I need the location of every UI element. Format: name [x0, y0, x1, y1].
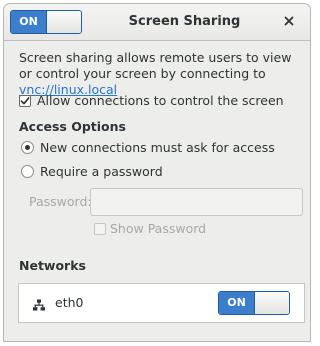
network-eth0-toggle[interactable]: ON — [218, 291, 290, 315]
network-name: eth0 — [55, 295, 84, 310]
network-wired-icon — [33, 296, 45, 311]
password-field[interactable] — [90, 188, 303, 216]
allow-control-checkbox[interactable] — [19, 95, 31, 107]
close-icon[interactable] — [281, 13, 297, 29]
show-password-checkbox[interactable] — [94, 223, 106, 235]
networks-list: eth0 ON — [18, 283, 305, 323]
toggle-knob[interactable] — [46, 11, 81, 33]
checkmark-icon — [20, 97, 30, 105]
window-title: Screen Sharing — [128, 14, 241, 29]
network-toggle-on-label: ON — [219, 292, 254, 314]
description-text: Screen sharing allows remote users to vi… — [19, 50, 292, 81]
screen-sharing-toggle[interactable]: ON — [10, 10, 82, 34]
screen-sharing-dialog: ON Screen Sharing Screen sharing allows … — [3, 3, 311, 342]
toggle-on-label: ON — [11, 11, 46, 33]
access-options-heading: Access Options — [19, 119, 126, 134]
radio-selected-dot — [25, 145, 30, 150]
networks-heading: Networks — [19, 258, 86, 273]
password-label: Password: — [29, 194, 92, 209]
network-toggle-knob[interactable] — [254, 292, 289, 314]
radio-require-password[interactable] — [21, 165, 34, 178]
allow-control-label[interactable]: Allow connections to control the screen — [37, 93, 284, 109]
ask-for-access-label[interactable]: New connections must ask for access — [40, 140, 275, 156]
show-password-label[interactable]: Show Password — [110, 221, 206, 237]
require-password-label[interactable]: Require a password — [40, 164, 163, 180]
titlebar: ON Screen Sharing — [4, 4, 310, 41]
description: Screen sharing allows remote users to vi… — [19, 50, 304, 98]
radio-ask-for-access[interactable] — [21, 141, 34, 154]
